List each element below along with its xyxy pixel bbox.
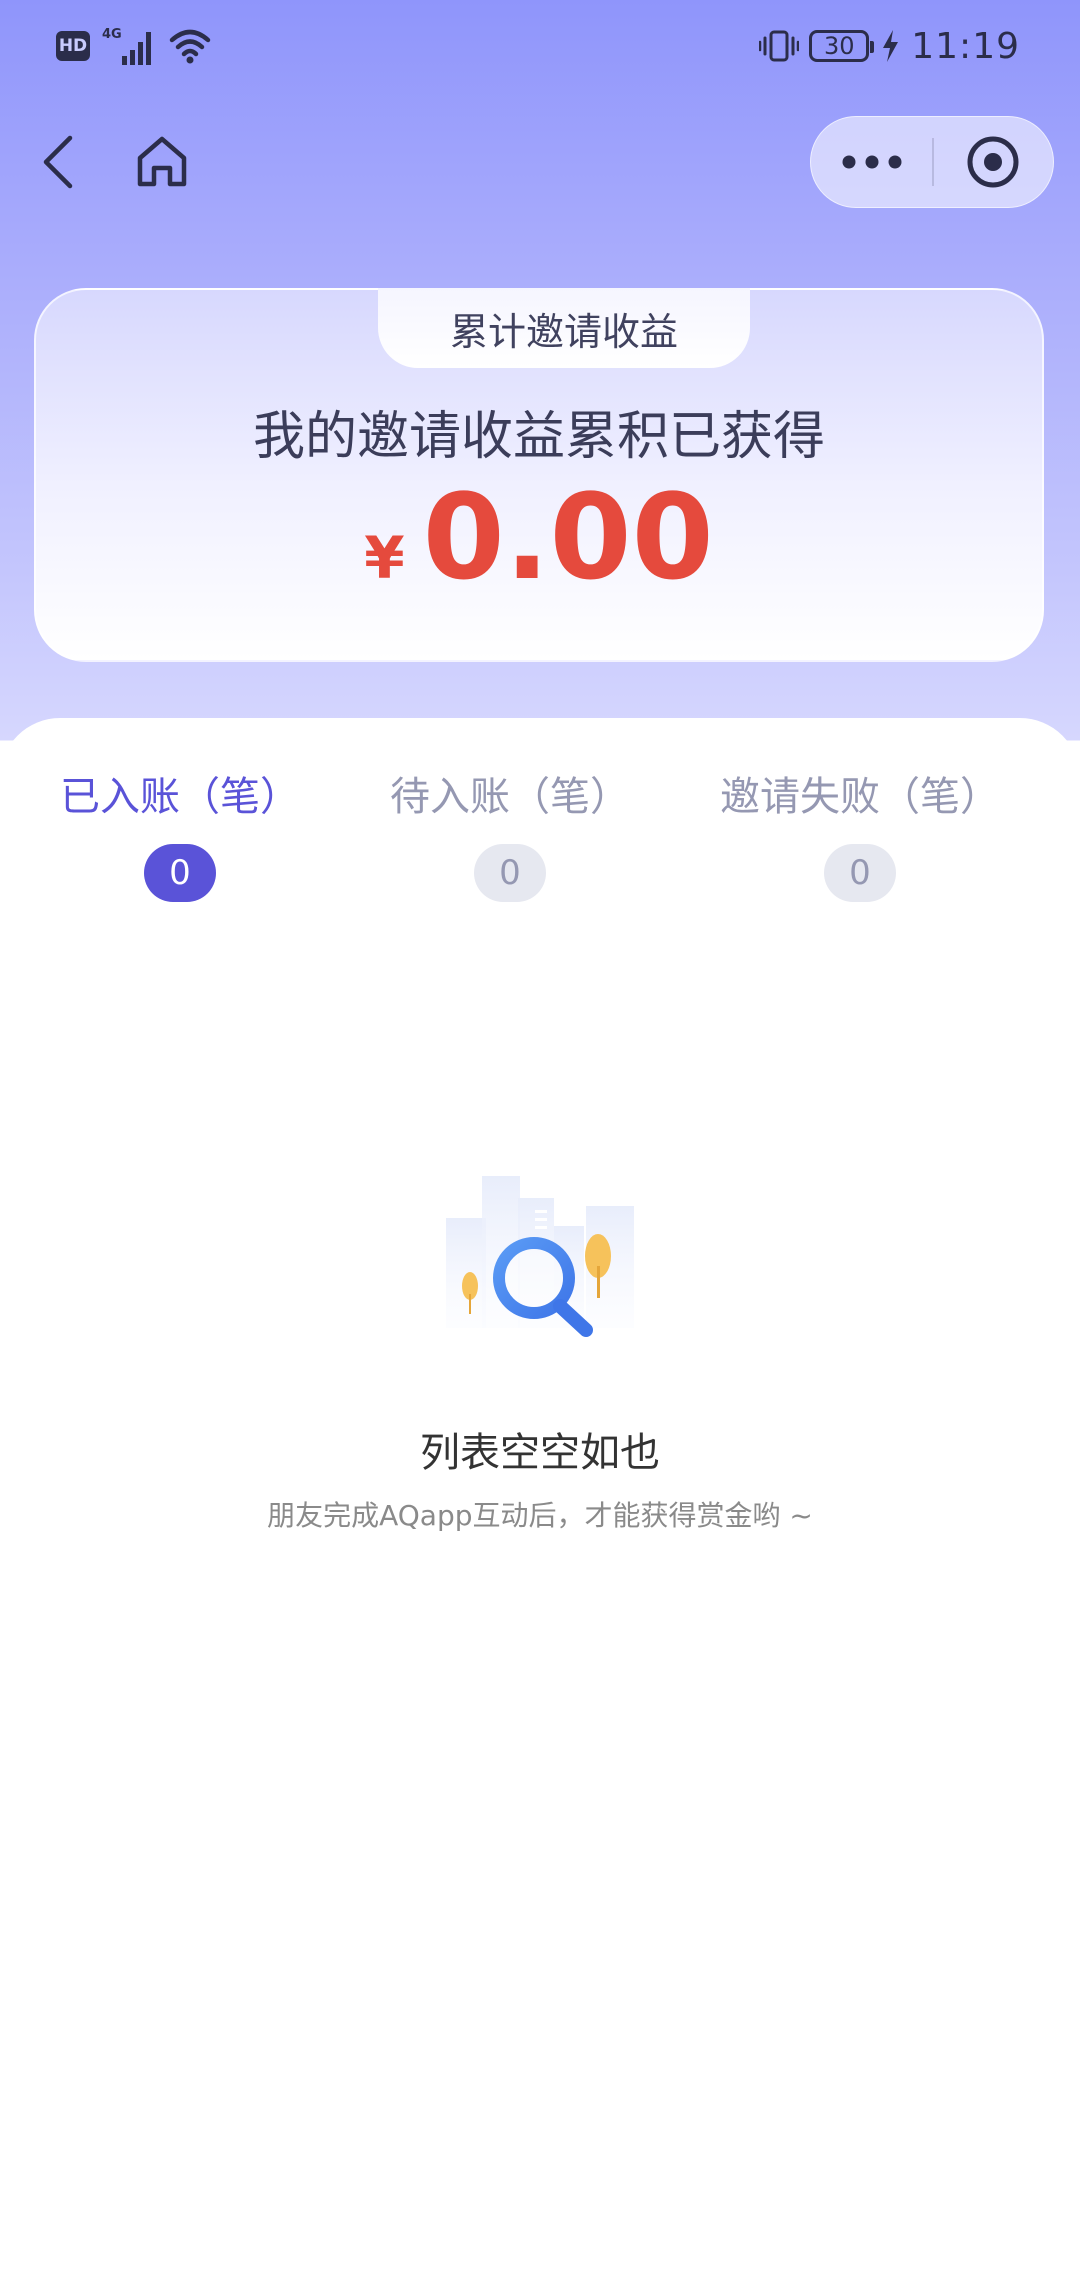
- empty-search-icon: [446, 1176, 634, 1337]
- records-sheet: 已入账（笔） 0 待入账（笔） 0 邀请失败（笔） 0 列表空空如也 朋友完成A…: [0, 718, 1080, 2280]
- tab-failed[interactable]: 邀请失败（笔） 0: [680, 772, 1040, 922]
- earnings-card-tab: 累计邀请收益: [378, 288, 750, 368]
- tab-credited[interactable]: 已入账（笔） 0: [0, 772, 360, 922]
- tab-credited-count: 0: [144, 844, 216, 902]
- status-right: 30 11:19: [759, 20, 1020, 72]
- mini-program-capsule: [810, 116, 1054, 208]
- charging-icon: [883, 30, 899, 62]
- earnings-amount-row: ¥ 0.00: [36, 478, 1042, 596]
- home-button[interactable]: [126, 128, 198, 196]
- empty-state-description: 朋友完成AQapp互动后，才能获得赏金哟 ~: [267, 1499, 813, 1532]
- target-close-icon: [967, 136, 1019, 188]
- status-bar: HD 4G 30 11:19: [0, 0, 1080, 96]
- currency-symbol: ¥: [364, 524, 405, 592]
- status-left: HD 4G: [56, 24, 212, 68]
- earnings-amount: 0.00: [422, 468, 714, 606]
- earnings-subtitle: 我的邀请收益累积已获得: [252, 407, 825, 467]
- tab-pending-label: 待入账（笔）: [390, 774, 630, 820]
- tab-credited-label: 已入账（笔）: [60, 774, 300, 820]
- network-label: 4G: [102, 27, 122, 42]
- hd-badge: HD: [56, 31, 90, 61]
- home-icon: [137, 136, 187, 187]
- chevron-left-icon: [43, 135, 73, 189]
- tab-pending[interactable]: 待入账（笔） 0: [330, 772, 690, 922]
- signal-icon: 4G: [102, 27, 151, 65]
- vibrate-icon: [759, 30, 800, 62]
- earnings-card: 累计邀请收益 我的邀请收益累积已获得 ¥ 0.00: [34, 288, 1044, 662]
- tab-failed-label: 邀请失败（笔）: [720, 774, 1000, 820]
- tab-pending-count: 0: [474, 844, 546, 902]
- clock: 11:19: [911, 25, 1020, 67]
- tab-failed-count: 0: [824, 844, 896, 902]
- more-button[interactable]: [811, 116, 932, 208]
- back-button[interactable]: [30, 124, 86, 200]
- more-dots-icon: [842, 155, 901, 169]
- battery-icon: 30: [809, 30, 875, 62]
- empty-state-title: 列表空空如也: [420, 1430, 660, 1476]
- wifi-icon: [169, 29, 211, 64]
- close-button[interactable]: [934, 116, 1053, 208]
